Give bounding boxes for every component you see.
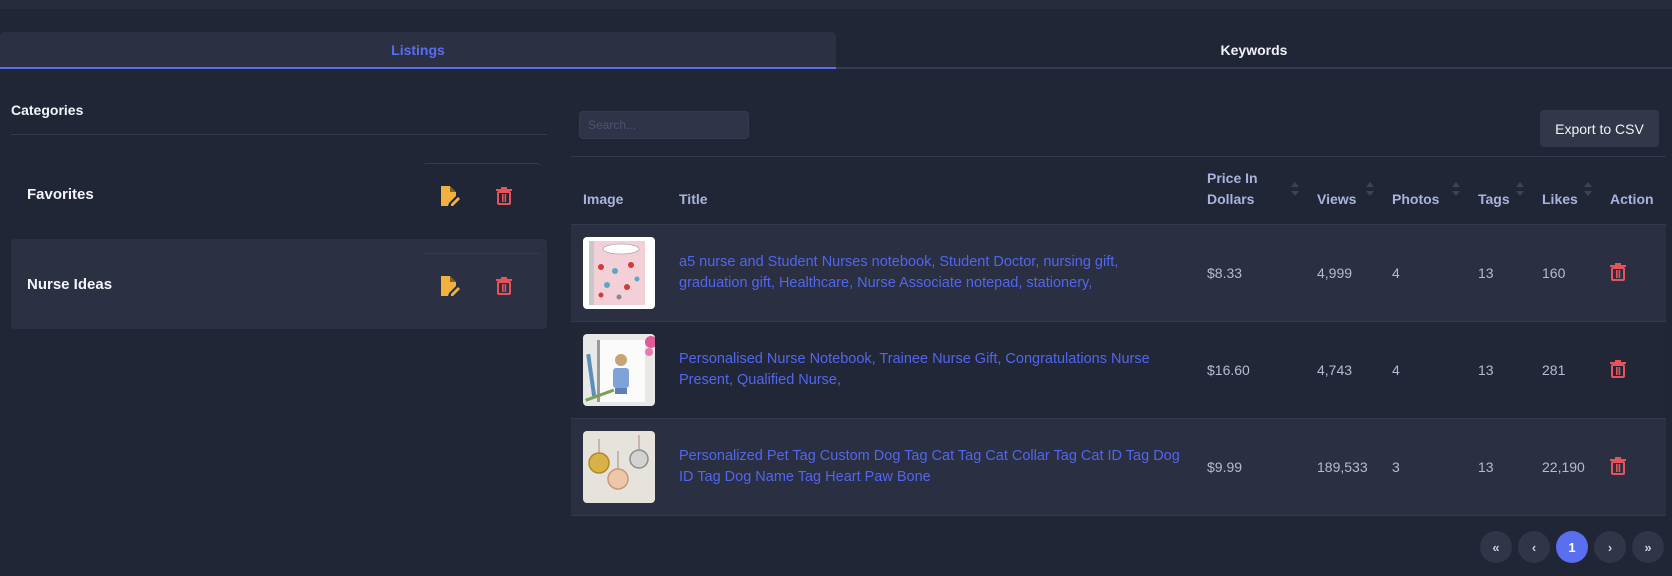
trash-icon: [1610, 456, 1626, 475]
notebook-image: [583, 334, 655, 406]
sort-icon[interactable]: [1584, 182, 1592, 196]
next-page-button[interactable]: ›: [1594, 531, 1626, 563]
tab-bar: Listings Keywords: [0, 32, 1672, 69]
listing-image-cell: [571, 225, 667, 322]
last-page-button[interactable]: »: [1632, 531, 1664, 563]
delete-category-button[interactable]: [477, 275, 531, 295]
sort-icon[interactable]: [1452, 182, 1460, 196]
pet-tag-image: [583, 431, 655, 503]
top-bar: [0, 0, 1672, 9]
sort-icon[interactable]: [1291, 182, 1299, 196]
column-header-tags[interactable]: Tags: [1466, 157, 1530, 225]
edit-category-button[interactable]: [423, 273, 477, 297]
column-header-title: Title: [679, 191, 708, 207]
price-cell: $16.60: [1207, 362, 1250, 378]
tags-cell: 13: [1478, 362, 1494, 378]
category-item-nurse-ideas[interactable]: Nurse Ideas: [11, 239, 547, 329]
likes-cell: 281: [1542, 362, 1566, 378]
previous-page-button[interactable]: ‹: [1518, 531, 1550, 563]
action-cell: [1598, 322, 1666, 419]
first-page-button[interactable]: «: [1480, 531, 1512, 563]
table-row: Personalised Nurse Notebook, Trainee Nur…: [571, 321, 1666, 419]
category-item-favorites[interactable]: Favorites: [11, 149, 547, 239]
column-header-photos[interactable]: Photos: [1380, 157, 1466, 225]
tags-cell: 13: [1478, 459, 1494, 475]
listing-thumbnail[interactable]: [583, 237, 655, 309]
views-cell: 4,999: [1317, 265, 1353, 281]
delete-listing-button[interactable]: [1610, 262, 1626, 284]
views-cell: 4,743: [1317, 362, 1353, 378]
category-actions: [423, 163, 541, 225]
column-header-likes[interactable]: Likes: [1530, 157, 1598, 225]
listing-title-link[interactable]: a5 nurse and Student Nurses notebook, St…: [679, 252, 1195, 294]
listing-title-cell: Personalized Pet Tag Custom Dog Tag Cat …: [667, 419, 1195, 516]
listings-table: Image Title Price In Dollars Views Photo…: [571, 156, 1666, 516]
delete-category-button[interactable]: [477, 185, 531, 205]
listing-title-cell: a5 nurse and Student Nurses notebook, St…: [667, 225, 1195, 322]
listing-title-link[interactable]: Personalized Pet Tag Custom Dog Tag Cat …: [679, 446, 1195, 488]
price-cell: $9.99: [1207, 459, 1243, 475]
column-header-action: Action: [1610, 191, 1654, 207]
sort-icon[interactable]: [1516, 182, 1524, 196]
photos-cell: 4: [1392, 265, 1400, 281]
listing-title-link[interactable]: Personalised Nurse Notebook, Trainee Nur…: [679, 349, 1195, 391]
tab-keywords[interactable]: Keywords: [836, 32, 1672, 67]
listing-title-cell: Personalised Nurse Notebook, Trainee Nur…: [667, 322, 1195, 419]
trash-icon: [496, 276, 512, 295]
pagination: « ‹ 1 › »: [1480, 531, 1664, 563]
tab-listings[interactable]: Listings: [0, 32, 836, 69]
edit-file-icon: [441, 185, 460, 206]
search-input[interactable]: [579, 111, 749, 139]
listing-image-cell: [571, 322, 667, 419]
export-csv-button[interactable]: Export to CSV: [1540, 110, 1659, 147]
categories-panel: Categories Favorites Nurse Ideas: [11, 95, 547, 329]
photos-cell: 4: [1392, 362, 1400, 378]
category-actions: [423, 253, 541, 315]
tags-cell: 13: [1478, 265, 1494, 281]
column-header-views[interactable]: Views: [1305, 157, 1380, 225]
price-cell: $8.33: [1207, 265, 1243, 281]
column-header-price[interactable]: Price In Dollars: [1195, 157, 1305, 225]
views-cell: 189,533: [1317, 459, 1368, 475]
table-row: Personalized Pet Tag Custom Dog Tag Cat …: [571, 418, 1666, 516]
listing-thumbnail[interactable]: [583, 334, 655, 406]
likes-cell: 160: [1542, 265, 1566, 281]
delete-listing-button[interactable]: [1610, 456, 1626, 478]
notebook-image: [583, 237, 655, 309]
sort-icon[interactable]: [1366, 182, 1374, 196]
edit-file-icon: [441, 275, 460, 296]
action-cell: [1598, 225, 1666, 322]
listing-image-cell: [571, 419, 667, 516]
trash-icon: [496, 186, 512, 205]
table-row: a5 nurse and Student Nurses notebook, St…: [571, 224, 1666, 322]
edit-category-button[interactable]: [423, 183, 477, 207]
photos-cell: 3: [1392, 459, 1400, 475]
trash-icon: [1610, 359, 1626, 378]
action-cell: [1598, 419, 1666, 516]
trash-icon: [1610, 262, 1626, 281]
delete-listing-button[interactable]: [1610, 359, 1626, 381]
column-header-image: Image: [583, 191, 624, 207]
likes-cell: 22,190: [1542, 459, 1585, 475]
page-button-current[interactable]: 1: [1556, 531, 1588, 563]
listing-thumbnail[interactable]: [583, 431, 655, 503]
table-header-row: Image Title Price In Dollars Views Photo…: [571, 156, 1666, 225]
categories-heading: Categories: [11, 95, 547, 135]
